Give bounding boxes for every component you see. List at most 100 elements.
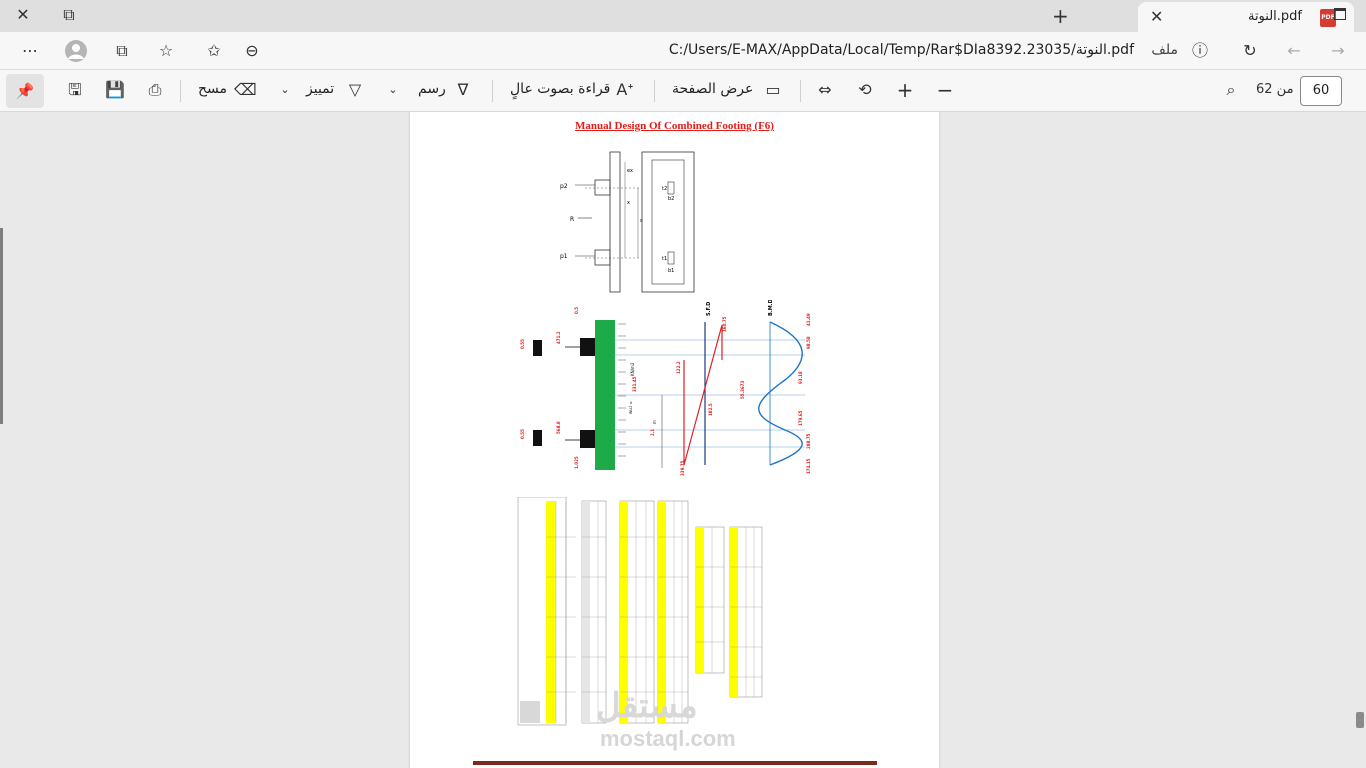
address-url[interactable]: C:/Users/E-MAX/AppData/Local/Temp/Rar$DI…	[669, 42, 1134, 58]
pen-icon[interactable]: ∇	[452, 79, 474, 101]
value-label: 98.58	[806, 336, 811, 349]
value-label: 1.025	[574, 456, 579, 469]
restore-window-icon[interactable]: ⧉	[54, 5, 84, 25]
label-p2: p2	[560, 183, 568, 190]
watermark-logo: مستقل	[596, 687, 698, 725]
value-label: 0.55	[520, 429, 525, 439]
page-count: من 62	[1256, 82, 1294, 97]
pdf-toolbar: 📌 🖫 💾 ⎙ مسح ⌫ ⌄ تمييز ▽ ⌄ رسم ∇ قراءة بص…	[0, 70, 1366, 112]
value-label: 160.75	[722, 316, 727, 332]
new-tab-button[interactable]: +	[1052, 4, 1069, 28]
label-t1: t1	[662, 256, 667, 262]
value-label: 93.18	[798, 371, 803, 384]
value-label: 288.75	[806, 433, 811, 449]
sfd-bmd-diagram: S.F.D B.M.D KN/m2 wu.l = m 0.55 0.55 471…	[520, 300, 811, 476]
value-label: 331.45	[632, 376, 637, 392]
add-favorite-icon[interactable]: ✩	[202, 40, 226, 62]
more-menu-icon[interactable]: ⋯	[18, 40, 42, 62]
value-label: 122.2	[676, 361, 681, 374]
zoom-out-icon[interactable]: −	[934, 79, 956, 101]
watermark-url: mostaql.com	[600, 726, 736, 751]
pdf-page: Manual Design Of Combined Footing (F6) p…	[410, 112, 939, 768]
separator	[654, 80, 655, 102]
column-c2	[533, 340, 542, 356]
label-x: x	[627, 200, 630, 206]
draw-dropdown-icon[interactable]: ⌄	[382, 79, 404, 101]
zoom-in-icon[interactable]: +	[894, 79, 916, 101]
save-icon[interactable]: 💾	[104, 79, 126, 101]
info-icon[interactable]: ⓘ	[1188, 40, 1212, 62]
favorites-icon[interactable]: ☆	[154, 40, 178, 62]
close-tab-icon[interactable]: ✕	[1150, 7, 1163, 26]
units-label: KN/m2	[630, 362, 635, 376]
pin-toolbar-icon[interactable]: 📌	[6, 74, 44, 108]
value-label: 55.3673	[740, 381, 745, 399]
tab-title: النوتة.pdf	[1247, 9, 1302, 24]
erase-button[interactable]: مسح	[198, 81, 227, 97]
refresh-icon[interactable]: ↻	[1238, 40, 1262, 62]
rotate-icon[interactable]: ⟲	[854, 79, 876, 101]
separator	[492, 80, 493, 102]
title-bar: ✕ ⧉ + ✕ النوتة.pdf PDF	[0, 0, 1366, 32]
next-page-edge	[473, 761, 877, 765]
separator	[800, 80, 801, 102]
pdf-viewer[interactable]: Manual Design Of Combined Footing (F6) p…	[0, 112, 1366, 768]
zoom-icon[interactable]: ⊖	[240, 40, 264, 62]
footing-strip	[595, 320, 615, 470]
print-icon[interactable]: ⎙	[144, 79, 166, 101]
value-label: 0.55	[520, 339, 525, 349]
vertical-scrollbar-thumb[interactable]	[1356, 712, 1364, 728]
column-1-elevation	[594, 249, 611, 266]
close-window-icon[interactable]: ✕	[8, 5, 38, 24]
profile-avatar-icon[interactable]	[64, 40, 88, 62]
label-t2: t2	[662, 186, 667, 192]
table-rft-column-2	[695, 526, 725, 674]
search-icon[interactable]: ⌕	[1220, 79, 1242, 101]
fit-width-icon[interactable]: ⇔	[814, 79, 836, 101]
page-number-input[interactable]: 60	[1300, 76, 1342, 106]
highlight-dropdown-icon[interactable]: ⌄	[274, 79, 296, 101]
value-label: 568.8	[556, 421, 561, 434]
value-label: 182.5	[708, 403, 713, 416]
bmd-label: B.M.D	[768, 300, 774, 316]
tab-actions-icon[interactable]	[1334, 8, 1346, 20]
save-as-icon[interactable]: 🖫	[64, 79, 86, 101]
document-title: Manual Design Of Combined Footing (F6)	[575, 120, 774, 132]
m-label: m	[652, 420, 657, 424]
value-label: 0.5	[574, 307, 579, 314]
back-icon[interactable]: ←	[1282, 40, 1306, 62]
address-bar: ⋯ ⧉ ☆ ✩ ⊖ C:/Users/E-MAX/AppData/Local/T…	[0, 32, 1366, 70]
value-label: 339.75	[680, 460, 685, 476]
sfd-label: S.F.D	[706, 302, 712, 316]
eraser-icon[interactable]: ⌫	[234, 79, 257, 101]
highlighter-icon[interactable]: ▽	[344, 79, 366, 101]
label-b1: b1	[668, 268, 674, 274]
column-c1	[533, 430, 542, 446]
value-label: 41.49	[806, 313, 811, 326]
forward-icon[interactable]: →	[1326, 40, 1350, 62]
value-label: 471.2	[556, 331, 561, 344]
column-2-elevation	[594, 179, 611, 196]
separator	[180, 80, 181, 102]
table-rft-long	[729, 526, 763, 698]
page-view-icon[interactable]: ▭	[762, 79, 784, 101]
draw-button[interactable]: رسم	[418, 81, 446, 97]
value-label: 174.15	[806, 458, 811, 474]
label-b2: b2	[668, 196, 674, 202]
label-p1: p1	[560, 253, 568, 260]
page-view-button[interactable]: عرض الصفحة	[672, 81, 753, 97]
read-aloud-button[interactable]: قراءة بصوت عالٍ	[510, 81, 610, 97]
collections-icon[interactable]: ⧉	[110, 40, 134, 62]
label-ex: ex	[627, 168, 633, 174]
active-tab[interactable]: ✕ النوتة.pdf PDF	[1138, 2, 1354, 32]
label-s: s	[640, 218, 643, 224]
value-label: 2.1	[650, 429, 655, 436]
read-aloud-icon[interactable]: Aᐩ	[614, 79, 636, 101]
value-label: 179.65	[798, 410, 803, 426]
table-inputs	[517, 497, 576, 726]
label-r: R	[570, 216, 574, 223]
footing-elevation	[609, 151, 621, 293]
highlight-button[interactable]: تمييز	[306, 81, 334, 97]
file-scheme-label: ملف	[1151, 42, 1178, 58]
side-handle[interactable]	[0, 228, 3, 424]
